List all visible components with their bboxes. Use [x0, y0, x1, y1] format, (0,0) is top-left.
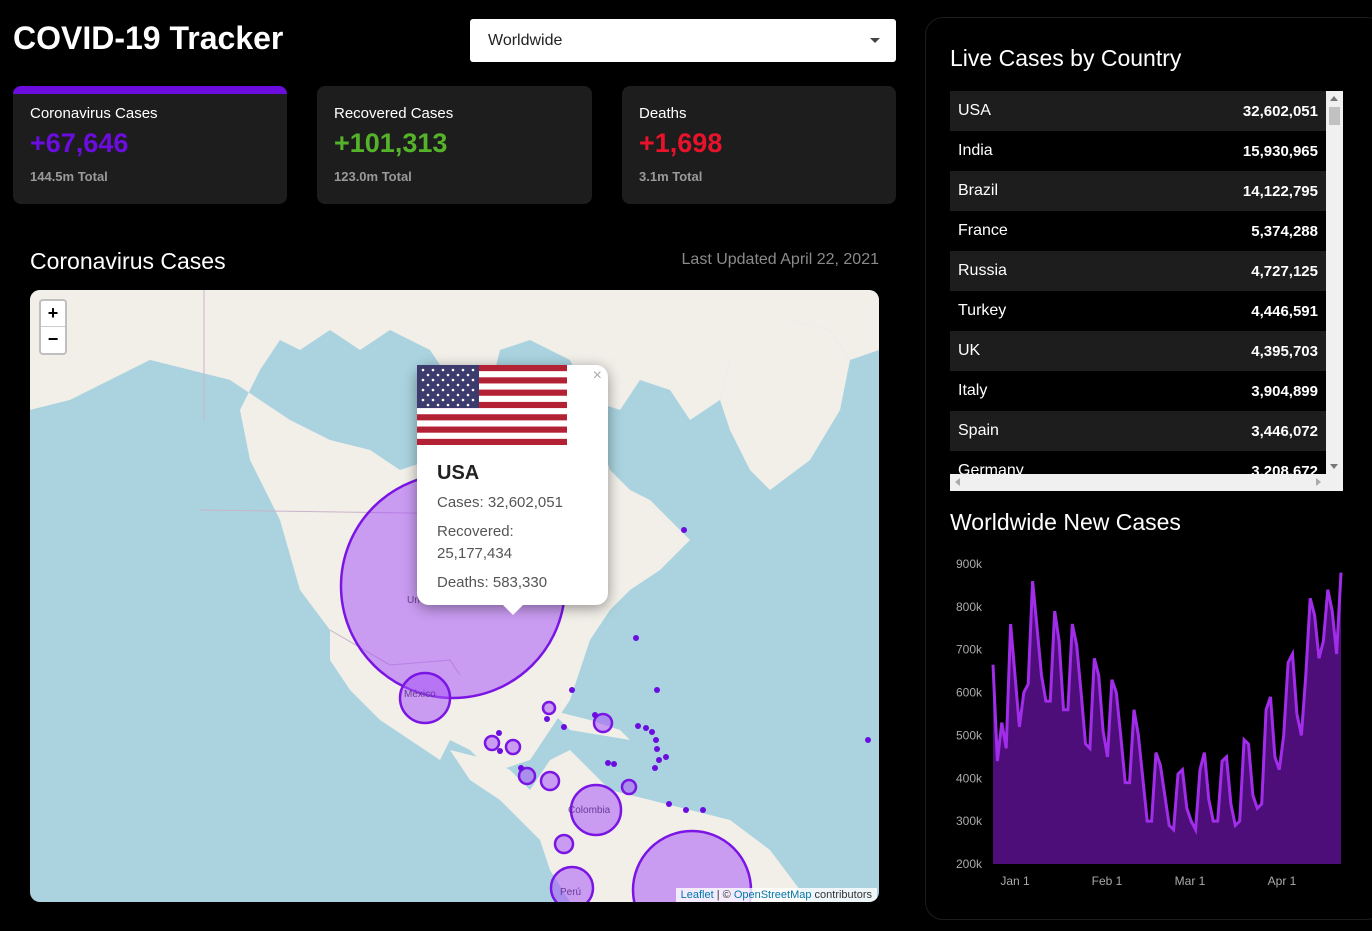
country-cases: 14,122,795: [1242, 182, 1318, 200]
card-title: Deaths: [639, 105, 687, 122]
circle-marker[interactable]: [483, 734, 501, 752]
table-row: Italy 3,904,899: [950, 371, 1326, 411]
country-popup: × USA Cases: 32,602,051 Recovered: 25,17…: [417, 365, 608, 615]
table-row: Spain 3,446,072: [950, 411, 1326, 451]
x-tick-label: Feb 1: [1092, 874, 1123, 888]
table-row: Brazil 14,122,795: [950, 171, 1326, 211]
map-attribution: Leaflet | © OpenStreetMap contributors: [675, 888, 877, 902]
country-cases: 4,727,125: [1251, 262, 1318, 280]
caret-down-icon: [870, 38, 880, 43]
table-row: Russia 4,727,125: [950, 251, 1326, 291]
table-row: France 5,374,288: [950, 211, 1326, 251]
card-value: +1,698: [639, 128, 723, 158]
deaths-card[interactable]: Deaths +1,698 3.1m Total: [622, 86, 896, 204]
card-total: 3.1m Total: [639, 169, 703, 184]
country-cases: 32,602,051: [1242, 102, 1318, 120]
country-cases: 3,904,899: [1251, 382, 1318, 400]
y-tick-label: 900k: [956, 557, 983, 571]
x-tick-label: Apr 1: [1268, 874, 1297, 888]
live-cases-title: Live Cases by Country: [950, 45, 1182, 71]
card-total: 144.5m Total: [30, 169, 108, 184]
cases-map[interactable]: Un México Colombia Perú + − × USA Cases:…: [30, 290, 879, 902]
vertical-scrollbar[interactable]: [1326, 91, 1343, 474]
country-name: Italy: [958, 382, 988, 399]
live-cases-table[interactable]: USA 32,602,051 India 15,930,965 Brazil 1…: [950, 91, 1343, 491]
map-section-title: Coronavirus Cases: [30, 248, 226, 274]
circle-marker[interactable]: [539, 770, 561, 792]
country-select[interactable]: Worldwide: [470, 19, 896, 62]
popup-recovered: Recovered: 25,177,434: [437, 523, 514, 562]
table-row: USA 32,602,051: [950, 91, 1326, 131]
country-cases: 5,374,288: [1251, 222, 1318, 240]
popup-country-name: USA: [437, 462, 480, 484]
country-name: Turkey: [958, 302, 1007, 319]
y-tick-label: 700k: [956, 643, 983, 657]
usa-flag-icon: [417, 365, 587, 459]
country-cases: 15,930,965: [1242, 142, 1318, 160]
zoom-in-button[interactable]: +: [41, 301, 65, 327]
country-cases: 3,446,072: [1251, 422, 1318, 440]
popup-cases: Cases: 32,602,051: [437, 494, 563, 511]
country-name: France: [958, 222, 1008, 239]
y-tick-label: 200k: [956, 857, 983, 871]
country-name: Russia: [958, 262, 1007, 279]
zoom-out-button[interactable]: −: [41, 327, 65, 353]
y-tick-label: 600k: [956, 686, 983, 700]
popup-tip: [503, 605, 523, 615]
app-title: COVID-19 Tracker: [13, 20, 284, 56]
map-label-colombia: Colombia: [568, 805, 611, 816]
popup-close-button[interactable]: ×: [593, 367, 602, 385]
leaflet-link[interactable]: Leaflet: [681, 889, 714, 901]
card-total: 123.0m Total: [334, 169, 412, 184]
country-name: UK: [958, 342, 981, 359]
x-tick-label: Mar 1: [1175, 874, 1206, 888]
map-label-mexico: México: [404, 689, 436, 700]
country-name: USA: [958, 102, 991, 119]
x-tick-label: Jan 1: [1000, 874, 1030, 888]
country-cases: 4,395,703: [1251, 342, 1318, 360]
card-value: +101,313: [334, 128, 448, 158]
recovered-card[interactable]: Recovered Cases +101,313 123.0m Total: [317, 86, 592, 204]
attribution-separator: | ©: [713, 889, 734, 901]
table-row: Turkey 4,446,591: [950, 291, 1326, 331]
scroll-right-icon[interactable]: [1316, 478, 1321, 486]
country-name: India: [958, 142, 993, 159]
card-title: Recovered Cases: [334, 105, 454, 122]
scroll-down-icon[interactable]: [1330, 464, 1338, 469]
scroll-thumb[interactable]: [1329, 107, 1340, 125]
scroll-up-icon[interactable]: [1330, 96, 1338, 101]
card-value: +67,646: [30, 128, 129, 158]
app: COVID-19 Tracker Worldwide Coronavirus C…: [0, 0, 1372, 931]
country-cases: 4,446,591: [1251, 302, 1318, 320]
table-row: India 15,930,965: [950, 131, 1326, 171]
country-select-value: Worldwide: [488, 32, 563, 49]
y-tick-label: 300k: [956, 814, 983, 828]
map-label-peru: Perú: [560, 887, 581, 898]
circle-marker[interactable]: [620, 778, 638, 796]
card-title: Coronavirus Cases: [30, 105, 158, 122]
circle-marker[interactable]: [553, 833, 575, 855]
country-name: Brazil: [958, 182, 999, 199]
popup-deaths: Deaths: 583,330: [437, 574, 548, 591]
zoom-control: + −: [39, 299, 67, 355]
y-tick-label: 800k: [956, 600, 983, 614]
last-updated: Last Updated April 22, 2021: [681, 251, 879, 268]
circle-marker[interactable]: [504, 738, 522, 756]
y-tick-label: 400k: [956, 771, 983, 785]
chart-title: Worldwide New Cases: [950, 509, 1181, 535]
circle-marker[interactable]: [541, 700, 557, 716]
cases-card[interactable]: Coronavirus Cases +67,646 144.5m Total: [13, 86, 287, 204]
horizontal-scrollbar[interactable]: [950, 474, 1343, 491]
new-cases-chart: 900k 800k 700k 600k 500k 400k 300k 200k Jan 1 Fe…: [956, 557, 1343, 888]
country-name: Spain: [958, 422, 999, 439]
table-row: UK 4,395,703: [950, 331, 1326, 371]
attribution-suffix: contributors: [811, 889, 872, 901]
y-tick-label: 500k: [956, 728, 983, 742]
osm-link[interactable]: OpenStreetMap: [734, 889, 812, 901]
scroll-left-icon[interactable]: [955, 478, 960, 486]
